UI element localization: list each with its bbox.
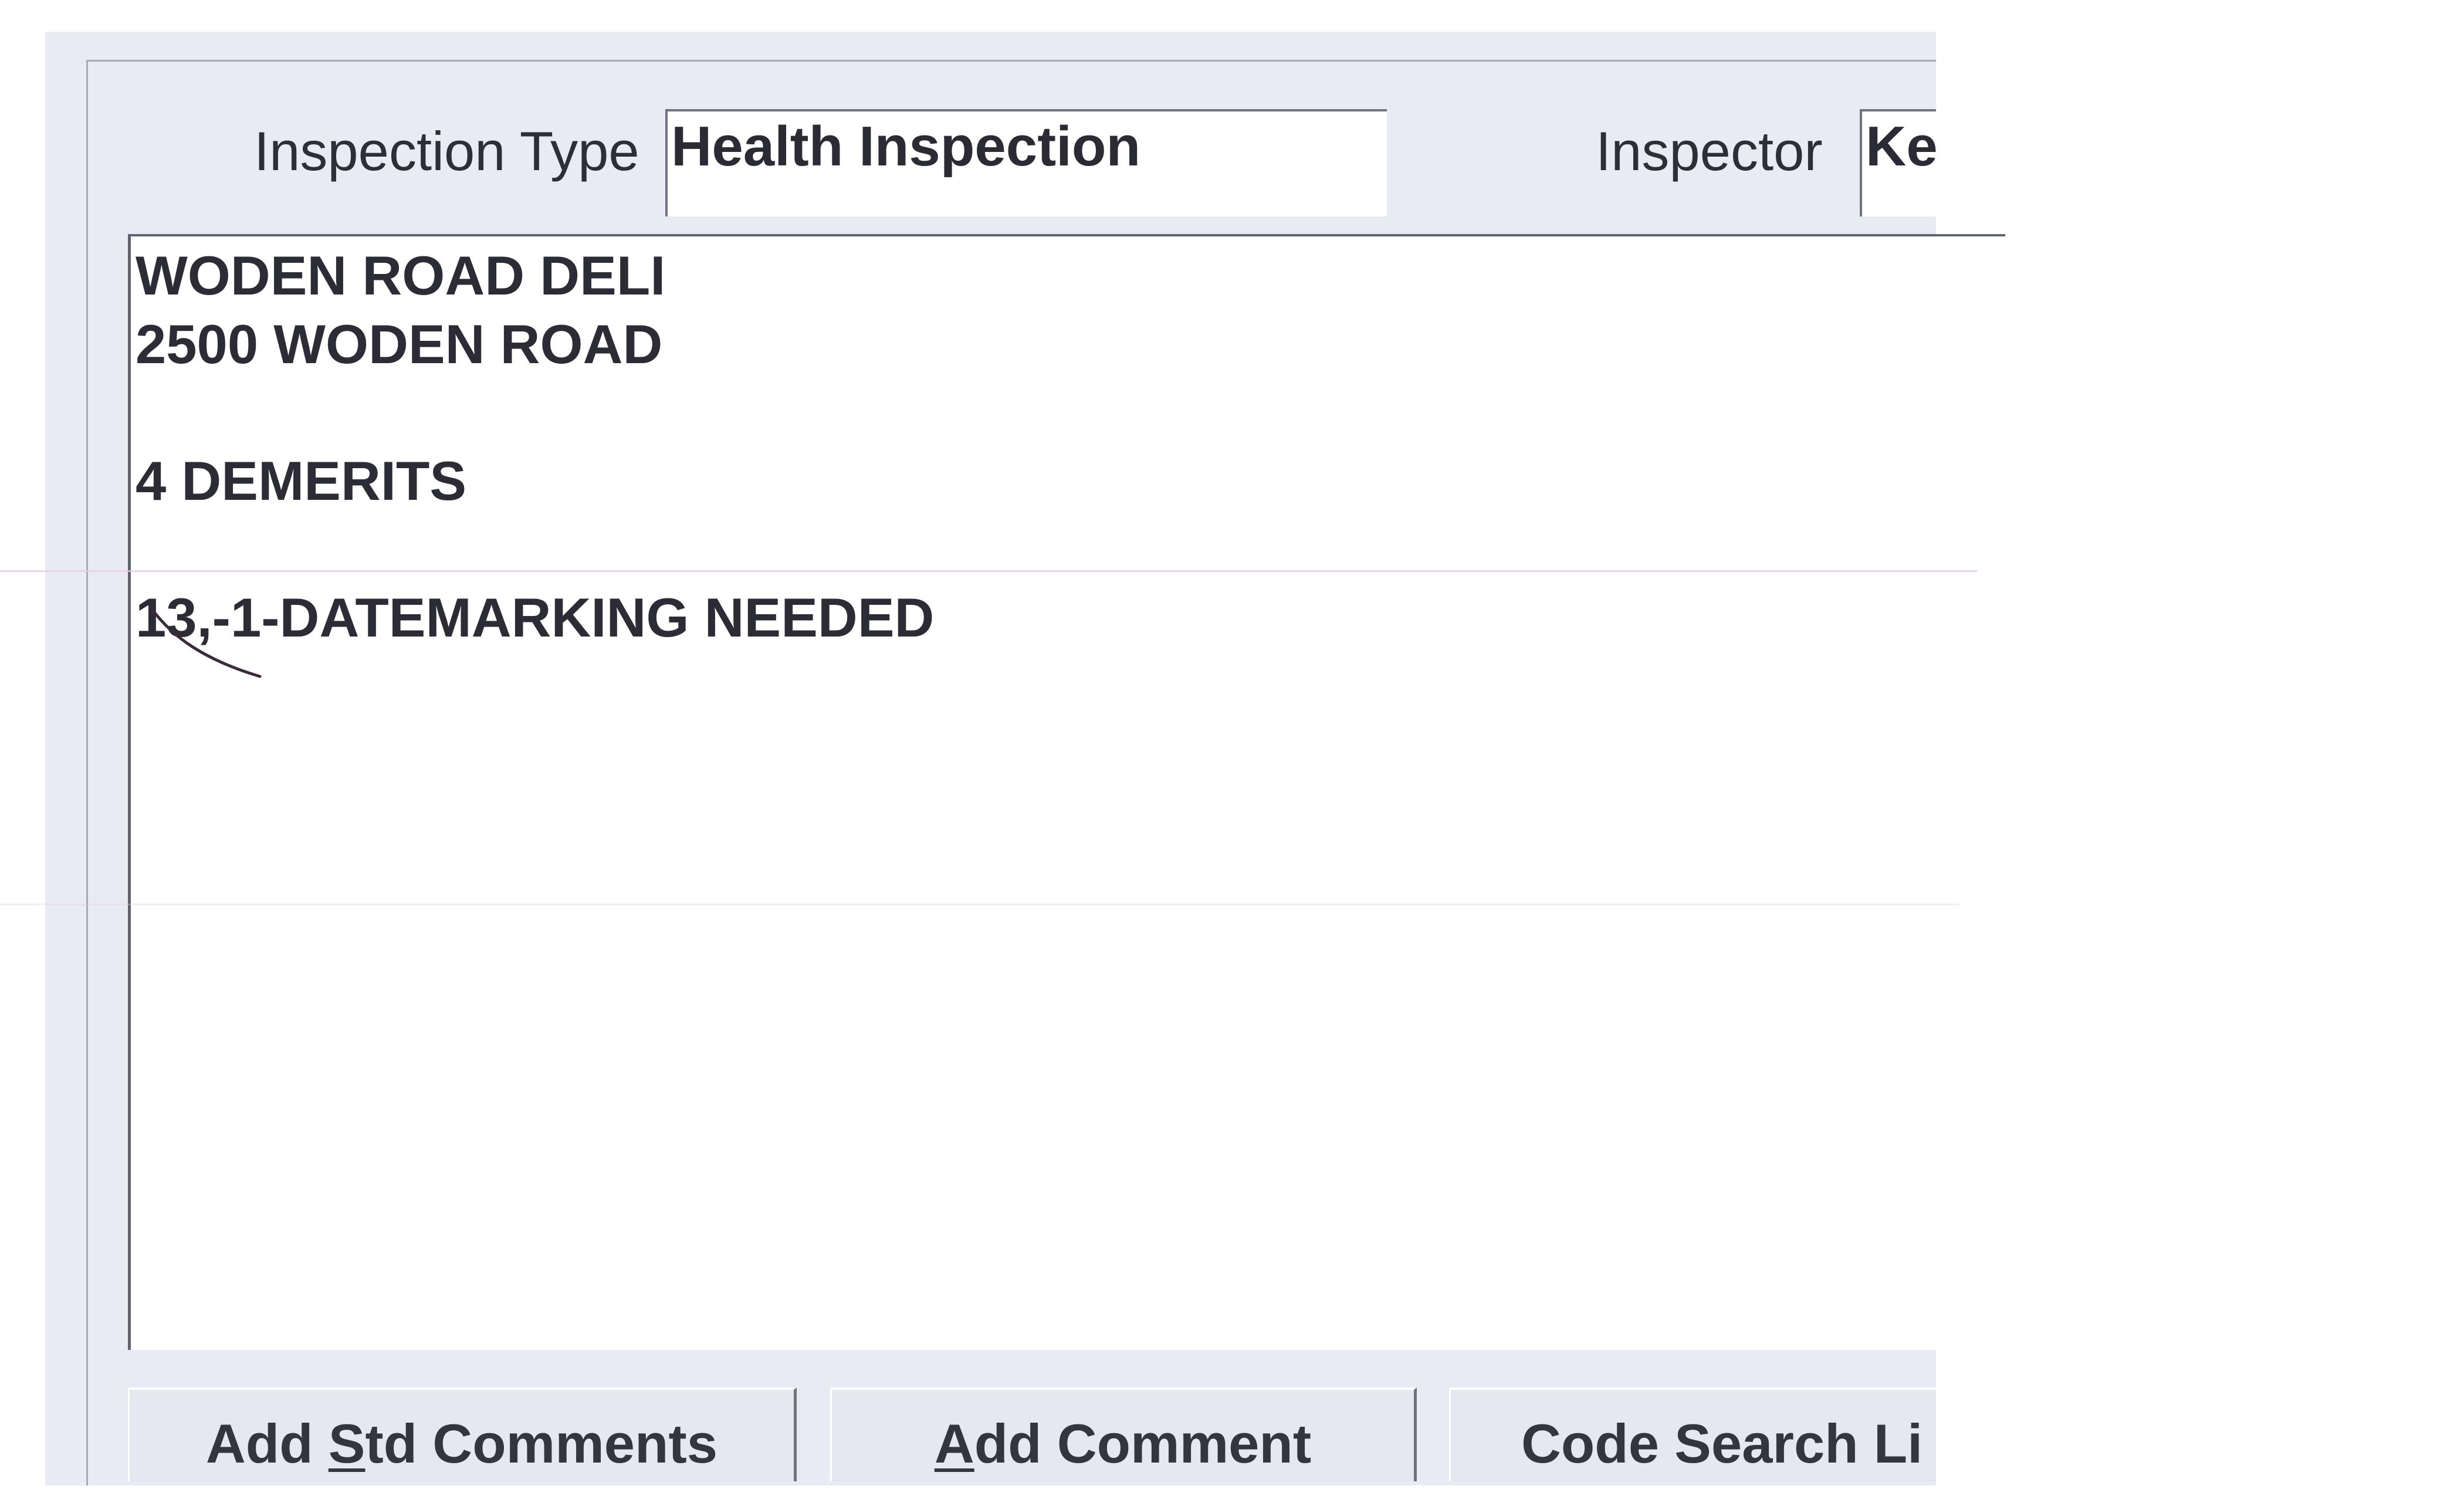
add-comment-text-after: dd Comment [974, 1413, 1312, 1474]
inspector-field[interactable]: Ke [1860, 109, 1936, 216]
inspection-type-field[interactable]: Health Inspection [665, 109, 1387, 216]
scan-line [0, 570, 1977, 572]
comment-business-name: WODEN ROAD DELI [136, 245, 666, 306]
comments-textarea[interactable]: WODEN ROAD DELI 2500 WODEN ROAD 4 DEMERI… [128, 234, 2005, 1350]
add-std-comments-text-after: td Comments [365, 1413, 718, 1474]
add-std-comments-button[interactable]: Add Std Comments [128, 1387, 797, 1481]
add-std-comments-mnemonic: S [328, 1413, 365, 1474]
add-std-comments-text-before: Add [205, 1413, 329, 1474]
add-comment-mnemonic: A [934, 1413, 974, 1474]
code-search-label: Code Search Li [1521, 1413, 1923, 1474]
comment-address: 2500 WODEN ROAD [136, 313, 663, 375]
code-search-button[interactable]: Code Search Li [1449, 1387, 1936, 1481]
scan-line [0, 903, 1959, 905]
inspector-label: Inspector [1596, 120, 1823, 182]
add-comment-button[interactable]: Add Comment [830, 1387, 1417, 1481]
comment-demerits: 4 DEMERITS [136, 450, 467, 512]
handwritten-check-mark [151, 609, 262, 678]
inspection-type-label: Inspection Type [254, 120, 639, 182]
